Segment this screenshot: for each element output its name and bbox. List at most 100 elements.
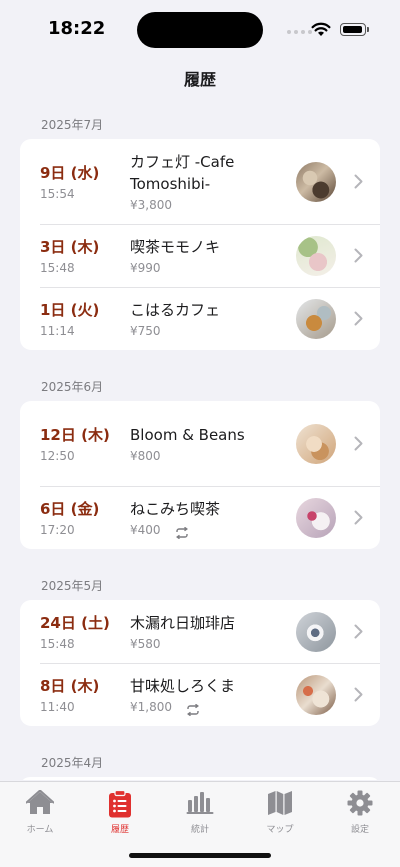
- cellular-signal-icon: [287, 30, 312, 34]
- cafe-photo: [296, 423, 336, 464]
- cafe-photo: [296, 497, 336, 538]
- price-line: ¥800: [130, 449, 296, 463]
- date-column: 1日 (火) 11:14: [20, 299, 110, 338]
- section-header: 2025年6月: [41, 380, 104, 394]
- repeat-icon: [186, 701, 200, 717]
- tab-label: マップ: [266, 825, 294, 835]
- month-section: 2025年5月 24日 (土) 15:48 木漏れ日珈琲店 ¥580 8日 (木) 11:4…: [0, 573, 400, 726]
- history-group: [20, 777, 380, 780]
- visit-day: 6日 (金): [40, 500, 100, 518]
- history-row[interactable]: 9日 (水) 15:54 カフェ灯 -Cafe Tomoshibi- ¥3,800: [20, 139, 380, 224]
- cafe-name: 甘味処しろくま: [130, 677, 236, 695]
- chevron-right-icon: [348, 624, 368, 639]
- history-row[interactable]: 6日 (金) 17:20 ねこみち喫茶 ¥400: [20, 486, 380, 549]
- tab-bar-chart[interactable]: 統計: [160, 790, 240, 835]
- date-column: 9日 (水) 15:54: [20, 162, 110, 201]
- visit-price: ¥3,800: [130, 198, 172, 212]
- month-section: 2025年7月 9日 (水) 15:54 カフェ灯 -Cafe Tomoshibi- ¥…: [0, 112, 400, 350]
- visit-info: Bloom & Beans ¥800: [110, 424, 296, 463]
- visit-info: ねこみち喫茶 ¥400: [110, 498, 296, 540]
- wifi-icon: [311, 22, 331, 36]
- chevron-right-icon: [348, 687, 368, 702]
- section-header: 2025年7月: [41, 118, 104, 132]
- clipboard-list-icon: [80, 790, 160, 818]
- cafe-name: カフェ灯 -Cafe Tomoshibi-: [130, 153, 235, 193]
- tab-label: ホーム: [26, 825, 54, 835]
- repeat-icon: [175, 524, 189, 540]
- visit-info: こはるカフェ ¥750: [110, 299, 296, 338]
- visit-day: 9日 (水): [40, 164, 100, 182]
- bar-chart-icon: [160, 790, 240, 818]
- history-group: 24日 (土) 15:48 木漏れ日珈琲店 ¥580 8日 (木) 11:40 甘味処しろく…: [20, 600, 380, 726]
- price-line: ¥400: [130, 523, 296, 540]
- map-icon: [240, 790, 320, 818]
- history-group: 9日 (水) 15:54 カフェ灯 -Cafe Tomoshibi- ¥3,800 3日…: [20, 139, 380, 350]
- history-row[interactable]: 12日 (木) 12:50 Bloom & Beans ¥800: [20, 401, 380, 486]
- cafe-name: Bloom & Beans: [130, 426, 245, 444]
- home-indicator: [129, 853, 271, 858]
- visit-time: 15:48: [40, 637, 75, 651]
- price-line: ¥750: [130, 324, 296, 338]
- tab-map[interactable]: マップ: [240, 790, 320, 835]
- history-group: 12日 (木) 12:50 Bloom & Beans ¥800 6日 (金) 17:20…: [20, 401, 380, 549]
- visit-info: 甘味処しろくま ¥1,800: [110, 675, 296, 717]
- house-icon: [0, 790, 80, 818]
- price-line: ¥3,800: [130, 198, 296, 212]
- page-title: 履歴: [183, 70, 216, 89]
- visit-time: 15:48: [40, 261, 75, 275]
- month-section: 2025年6月 12日 (木) 12:50 Bloom & Beans ¥800 6日 (…: [0, 374, 400, 549]
- status-time: 18:22: [48, 18, 106, 39]
- date-column: 12日 (木) 12:50: [20, 424, 110, 463]
- price-line: ¥990: [130, 261, 296, 275]
- date-column: 6日 (金) 17:20: [20, 498, 110, 537]
- visit-info: カフェ灯 -Cafe Tomoshibi- ¥3,800: [110, 151, 296, 212]
- cafe-photo: [296, 235, 336, 276]
- tab-label: 統計: [190, 825, 209, 835]
- date-column: 3日 (木) 15:48: [20, 236, 110, 275]
- date-column: 8日 (木) 11:40: [20, 675, 110, 714]
- cafe-name: 喫茶モモノキ: [130, 238, 221, 256]
- visit-info: 喫茶モモノキ ¥990: [110, 236, 296, 275]
- cafe-name: ねこみち喫茶: [130, 500, 221, 518]
- history-row[interactable]: 24日 (土) 15:48 木漏れ日珈琲店 ¥580: [20, 600, 380, 663]
- chevron-right-icon: [348, 436, 368, 451]
- tab-clipboard-list[interactable]: 履歴: [80, 790, 160, 835]
- visit-price: ¥400: [130, 523, 161, 537]
- chevron-right-icon: [348, 311, 368, 326]
- tab-gear[interactable]: 設定: [320, 790, 400, 835]
- cafe-name: こはるカフェ: [130, 301, 221, 319]
- cafe-photo: [296, 611, 336, 652]
- visit-time: 17:20: [40, 523, 75, 537]
- visit-day: 12日 (木): [40, 426, 110, 444]
- month-section: 2025年4月: [0, 750, 400, 780]
- section-header: 2025年4月: [41, 756, 104, 770]
- visit-time: 11:40: [40, 700, 75, 714]
- cafe-photo: [296, 298, 336, 339]
- visit-time: 11:14: [40, 324, 75, 338]
- tab-house[interactable]: ホーム: [0, 790, 80, 835]
- date-column: 24日 (土) 15:48: [20, 612, 110, 651]
- visit-price: ¥580: [130, 637, 161, 651]
- gear-icon: [320, 790, 400, 818]
- tab-label: 履歴: [110, 825, 129, 835]
- cafe-name: 木漏れ日珈琲店: [130, 614, 236, 632]
- history-list[interactable]: 2025年7月 9日 (水) 15:54 カフェ灯 -Cafe Tomoshibi- ¥…: [0, 112, 400, 780]
- price-line: ¥580: [130, 637, 296, 651]
- price-line: ¥1,800: [130, 700, 296, 717]
- section-header: 2025年5月: [41, 579, 104, 593]
- chevron-right-icon: [348, 248, 368, 263]
- visit-price: ¥800: [130, 449, 161, 463]
- history-row[interactable]: 1日 (火) 11:14 こはるカフェ ¥750: [20, 287, 380, 350]
- visit-info: 木漏れ日珈琲店 ¥580: [110, 612, 296, 651]
- history-row[interactable]: 8日 (木) 11:40 甘味処しろくま ¥1,800: [20, 663, 380, 726]
- status-bar: 18:22: [0, 0, 400, 60]
- visit-day: 24日 (土): [40, 614, 110, 632]
- visit-time: 12:50: [40, 449, 75, 463]
- chevron-right-icon: [348, 174, 368, 189]
- chevron-right-icon: [348, 510, 368, 525]
- visit-price: ¥750: [130, 324, 161, 338]
- battery-icon: [340, 23, 369, 36]
- cafe-photo: [296, 161, 336, 202]
- history-row[interactable]: 3日 (木) 15:48 喫茶モモノキ ¥990: [20, 224, 380, 287]
- visit-day: 1日 (火): [40, 301, 100, 319]
